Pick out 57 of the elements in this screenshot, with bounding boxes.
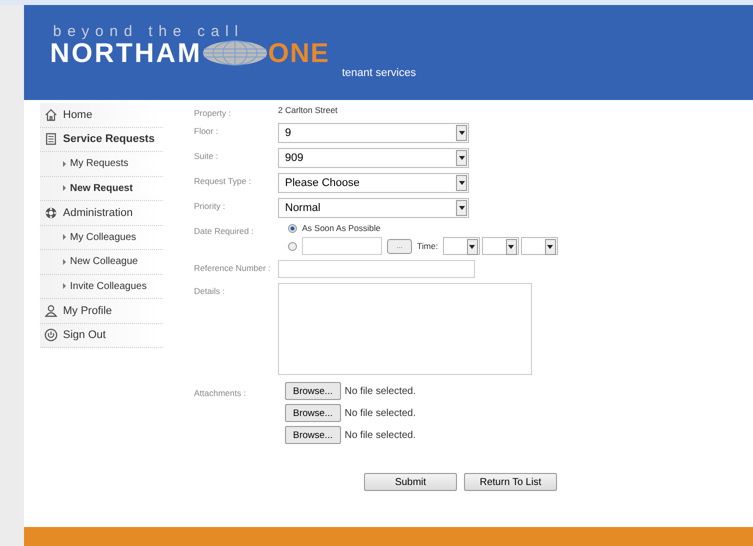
time-label: Time:: [417, 241, 438, 251]
submit-button[interactable]: Submit: [364, 473, 457, 491]
sidebar-item[interactable]: My Colleagues: [40, 226, 163, 250]
browse-button[interactable]: Browse...: [285, 426, 341, 444]
floor-select[interactable]: 9: [278, 123, 469, 143]
priority-select[interactable]: Normal: [278, 198, 469, 218]
property-value: 2 Carlton Street: [278, 105, 339, 117]
tagline: beyond the call: [53, 25, 245, 39]
power-icon: [44, 328, 58, 342]
sidebar-item[interactable]: Invite Colleagues: [40, 274, 163, 299]
time-select[interactable]: [482, 237, 519, 255]
field-label: Date Required :: [194, 225, 255, 238]
field-label: Suite :: [194, 150, 220, 163]
time-select[interactable]: [442, 237, 480, 255]
field-label: Request Type :: [194, 175, 252, 188]
brand-name: NORTHAM: [50, 39, 202, 67]
sidebar-item[interactable]: Home: [40, 103, 163, 128]
globe-icon: [202, 40, 268, 66]
triangle-icon: [63, 283, 66, 290]
date-field[interactable]: [302, 237, 382, 255]
suite-select[interactable]: 909: [278, 148, 469, 168]
sidebar-item[interactable]: New Colleague: [40, 250, 163, 274]
triangle-icon: [63, 160, 66, 167]
sidebar-item[interactable]: New Request: [40, 176, 163, 201]
details-textarea[interactable]: [278, 283, 532, 375]
file-status: No file selected.: [344, 386, 416, 396]
field-label: Details :: [194, 285, 226, 298]
triangle-icon: [63, 258, 66, 265]
radio-label: As Soon As Possible: [302, 223, 380, 233]
radio-button[interactable]: [288, 224, 297, 232]
sidebar-item[interactable]: My Profile: [40, 299, 163, 324]
field-label: Attachments :: [194, 387, 247, 400]
sidebar-item[interactable]: My Requests: [40, 152, 163, 176]
radio-button[interactable]: [288, 242, 297, 250]
browse-button[interactable]: Browse...: [285, 382, 341, 400]
field-label: Floor :: [194, 125, 220, 138]
home-icon: [44, 108, 58, 122]
brand-subtitle: tenant services: [342, 67, 417, 79]
field-label: Reference Number :: [194, 262, 272, 275]
sidebar-item[interactable]: Service Requests: [40, 128, 163, 152]
person-icon: [44, 304, 58, 318]
sidebar-item[interactable]: Administration: [40, 201, 163, 226]
file-status: No file selected.: [344, 430, 416, 440]
request-type-select[interactable]: Please Choose: [278, 173, 469, 193]
reference-number-field[interactable]: [278, 260, 475, 278]
triangle-icon: [63, 185, 66, 192]
browse-button[interactable]: Browse...: [285, 404, 341, 422]
return-button[interactable]: Return To List: [464, 473, 557, 491]
brand-name: ONE: [268, 39, 330, 67]
field-label: Property :: [194, 107, 232, 118]
list-icon: [44, 132, 58, 146]
sidebar-item[interactable]: Sign Out: [40, 324, 163, 348]
triangle-icon: [63, 234, 66, 240]
gear-icon: [44, 206, 58, 220]
time-select[interactable]: [520, 237, 558, 255]
field-label: Priority :: [194, 200, 226, 213]
file-status: No file selected.: [344, 408, 416, 418]
